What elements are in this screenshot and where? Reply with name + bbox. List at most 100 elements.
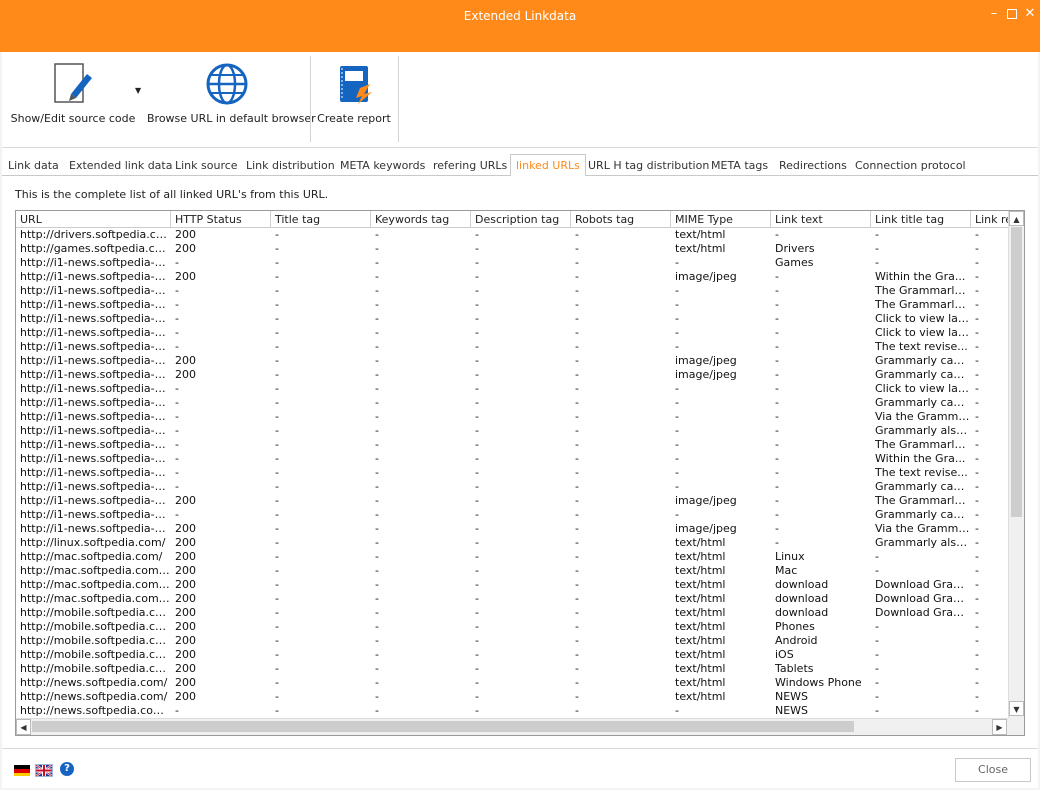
table-row[interactable]: http://i1-news.softpedia-sta... 200 - - - - im… bbox=[16, 270, 1009, 284]
table-row[interactable]: http://games.softpedia.com/200 - - - - text/h… bbox=[16, 242, 1009, 256]
table-cell-link-title-tag: Via the Gramma... bbox=[875, 522, 971, 535]
table-row[interactable]: http://i1-news.softpedia-sta... - - - - - - - Th… bbox=[16, 298, 1009, 312]
table-row[interactable]: http://news.softpedia.com/... - - - - - - NEWS -… bbox=[16, 704, 1009, 718]
scroll-down-icon[interactable]: ▼ bbox=[1009, 701, 1024, 716]
tab-link-data[interactable]: Link data bbox=[8, 155, 59, 176]
horizontal-scrollbar[interactable]: ◀ ▶ bbox=[16, 718, 1009, 735]
table-row[interactable]: http://mobile.softpedia.com... 200 - - - - tex… bbox=[16, 648, 1009, 662]
minimize-icon[interactable]: – bbox=[986, 6, 1002, 22]
tab-linked-urls[interactable]: linked URLs bbox=[510, 154, 586, 177]
tab-refering-urls[interactable]: refering URLs bbox=[433, 155, 507, 176]
table-row[interactable]: http://i1-news.softpedia-sta... - - - - - - - Cl… bbox=[16, 312, 1009, 326]
tab-redirections[interactable]: Redirections bbox=[779, 155, 847, 176]
table-row[interactable]: http://news.softpedia.com/200 - - - - text/ht… bbox=[16, 690, 1009, 704]
dropdown-arrow-icon[interactable]: ▼ bbox=[135, 86, 141, 95]
table-cell-http-status: - bbox=[175, 704, 179, 717]
table-row[interactable]: http://i1-news.softpedia-sta... - - - - - - - Vi… bbox=[16, 410, 1009, 424]
table-row[interactable]: http://i1-news.softpedia-sta... - - - - - - - Th… bbox=[16, 438, 1009, 452]
close-button[interactable]: Close bbox=[955, 758, 1031, 782]
table-row[interactable]: http://mobile.softpedia.com/200 - - - - text/… bbox=[16, 606, 1009, 620]
column-header-title-tag[interactable]: Title tag bbox=[271, 211, 371, 227]
column-header-link-text[interactable]: Link text bbox=[771, 211, 871, 227]
scroll-right-icon[interactable]: ▶ bbox=[992, 719, 1007, 735]
browse-url-button[interactable]: Browse URL in default browser bbox=[147, 56, 316, 144]
table-cell-robots-tag: - bbox=[575, 676, 579, 689]
table-cell-title-tag: - bbox=[275, 578, 279, 591]
table-cell-link-title-tag: Download Gram... bbox=[875, 606, 971, 619]
table-cell-robots-tag: - bbox=[575, 508, 579, 521]
table-cell-url: http://news.softpedia.com/ bbox=[20, 676, 168, 689]
show-edit-source-button[interactable]: Show/Edit source code bbox=[6, 56, 140, 144]
table-row[interactable]: http://i1-news.softpedia-sta... - - - - - - - Gr… bbox=[16, 424, 1009, 438]
table-row[interactable]: http://i1-news.softpedia-sta... - - - - - - - Gr… bbox=[16, 508, 1009, 522]
horizontal-scroll-thumb[interactable] bbox=[32, 721, 854, 732]
scroll-up-icon[interactable]: ▲ bbox=[1009, 211, 1024, 226]
table-row[interactable]: http://i1-news.softpedia-sta... 200 - - - - im… bbox=[16, 354, 1009, 368]
table-row[interactable]: http://mobile.softpedia.com... 200 - - - - tex… bbox=[16, 634, 1009, 648]
table-cell-link-rel: - bbox=[975, 508, 979, 521]
table-cell-keywords-tag: - bbox=[375, 676, 379, 689]
table-cell-mime-type: text/html bbox=[675, 592, 726, 605]
table-row[interactable]: http://mac.softpedia.com/g... 200 - - - - text… bbox=[16, 592, 1009, 606]
column-header-robots-tag[interactable]: Robots tag bbox=[571, 211, 671, 227]
table-row[interactable]: http://i1-news.softpedia-sta... - - - - - - - Th… bbox=[16, 340, 1009, 354]
column-header-url[interactable]: URL bbox=[16, 211, 171, 227]
column-header-link-rel[interactable]: Link re bbox=[971, 211, 1009, 227]
tab-extended-link-data[interactable]: Extended link data bbox=[69, 155, 172, 176]
table-row[interactable]: http://i1-news.softpedia-sta... 200 - - - - im… bbox=[16, 494, 1009, 508]
table-row[interactable]: http://linux.softpedia.com/200 - - - - text/h… bbox=[16, 536, 1009, 550]
column-header-http-status[interactable]: HTTP Status bbox=[171, 211, 271, 227]
close-icon[interactable]: ✕ bbox=[1022, 6, 1038, 22]
table-row[interactable]: http://drivers.softpedia.com/200 - - - - text… bbox=[16, 228, 1009, 242]
table-row[interactable]: http://mobile.softpedia.com... 200 - - - - tex… bbox=[16, 620, 1009, 634]
column-header-description-tag[interactable]: Description tag bbox=[471, 211, 571, 227]
table-row[interactable]: http://i1-news.softpedia-sta... - - - - - - - Gr… bbox=[16, 480, 1009, 494]
table-row[interactable]: http://mac.softpedia.com/g... 200 - - - - text… bbox=[16, 564, 1009, 578]
create-report-button[interactable]: Create report bbox=[316, 56, 392, 144]
help-icon[interactable]: ? bbox=[60, 762, 74, 776]
table-cell-title-tag: - bbox=[275, 242, 279, 255]
table-row[interactable]: http://i1-news.softpedia-sta... 200 - - - - im… bbox=[16, 522, 1009, 536]
table-row[interactable]: http://i1-news.softpedia-sta... 200 - - - - im… bbox=[16, 368, 1009, 382]
tab-connection-protocol[interactable]: Connection protocol bbox=[855, 155, 966, 176]
table-cell-mime-type: text/html bbox=[675, 662, 726, 675]
table-cell-title-tag: - bbox=[275, 704, 279, 717]
column-header-keywords-tag[interactable]: Keywords tag bbox=[371, 211, 471, 227]
table-row[interactable]: http://i1-news.softpedia-sta... - - - - - - - Gr… bbox=[16, 396, 1009, 410]
tab-meta-keywords[interactable]: META keywords bbox=[340, 155, 425, 176]
tab-url-h-tag-distribution[interactable]: URL H tag distribution bbox=[588, 155, 709, 176]
main-frame: Show/Edit source code ▼ Browse URL in de… bbox=[2, 52, 1038, 788]
maximize-icon[interactable] bbox=[1004, 6, 1020, 22]
table-cell-mime-type: - bbox=[675, 382, 679, 395]
table-cell-link-text: Windows Phone bbox=[775, 676, 862, 689]
table-row[interactable]: http://i1-news.softpedia-sta... - - - - - - - Th… bbox=[16, 466, 1009, 480]
table-cell-link-title-tag: - bbox=[875, 228, 879, 241]
vertical-scrollbar[interactable]: ▲ ▼ bbox=[1008, 211, 1024, 719]
table-cell-mime-type: text/html bbox=[675, 606, 726, 619]
tab-link-distribution[interactable]: Link distribution bbox=[246, 155, 335, 176]
table-cell-title-tag: - bbox=[275, 354, 279, 367]
scroll-left-icon[interactable]: ◀ bbox=[16, 719, 31, 735]
table-cell-robots-tag: - bbox=[575, 466, 579, 479]
table-row[interactable]: http://i1-news.softpedia-sta... - - - - - - Gam… bbox=[16, 256, 1009, 270]
table-row[interactable]: http://news.softpedia.com/200 - - - - text/ht… bbox=[16, 676, 1009, 690]
tab-meta-tags[interactable]: META tags bbox=[711, 155, 768, 176]
table-cell-link-rel: - bbox=[975, 592, 979, 605]
table-row[interactable]: http://mac.softpedia.com/200 - - - - text/htm… bbox=[16, 550, 1009, 564]
german-flag-icon[interactable] bbox=[14, 765, 30, 776]
table-row[interactable]: http://i1-news.softpedia-sta... - - - - - - - Cl… bbox=[16, 326, 1009, 340]
table-row[interactable]: http://i1-news.softpedia-sta... - - - - - - - Th… bbox=[16, 284, 1009, 298]
linked-urls-table[interactable]: URL HTTP Status Title tag Keywords tag Descr… bbox=[15, 210, 1025, 736]
table-row[interactable]: http://mac.softpedia.com/g... 200 - - - - text… bbox=[16, 578, 1009, 592]
table-row[interactable]: http://i1-news.softpedia-sta... - - - - - - - Wi… bbox=[16, 452, 1009, 466]
column-header-link-title-tag[interactable]: Link title tag bbox=[871, 211, 971, 227]
uk-flag-icon[interactable] bbox=[35, 764, 53, 777]
table-cell-robots-tag: - bbox=[575, 480, 579, 493]
tab-link-source[interactable]: Link source bbox=[175, 155, 238, 176]
table-cell-mime-type: - bbox=[675, 312, 679, 325]
table-row[interactable]: http://mobile.softpedia.com... 200 - - - - tex… bbox=[16, 662, 1009, 676]
table-cell-keywords-tag: - bbox=[375, 270, 379, 283]
vertical-scroll-thumb[interactable] bbox=[1011, 227, 1022, 517]
table-row[interactable]: http://i1-news.softpedia-sta... - - - - - - - Cl… bbox=[16, 382, 1009, 396]
column-header-mime-type[interactable]: MIME Type bbox=[671, 211, 771, 227]
